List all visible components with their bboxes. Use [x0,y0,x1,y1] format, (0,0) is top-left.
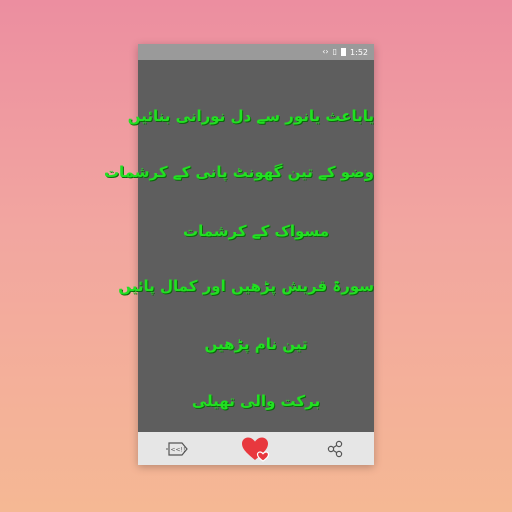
topic-list: یاباعث یانور سے دل نورانی بنائیں وضو کے … [104,60,374,432]
favorite-heart-icon [241,437,270,462]
list-item[interactable]: یاباعث یانور سے دل نورانی بنائیں [128,102,374,130]
vibrate-icon: ▯ [332,47,338,56]
share-button[interactable] [315,434,355,464]
more-apps-icon: <<!! [166,441,189,456]
more-apps-button[interactable]: <<!! [157,434,197,464]
share-icon [327,440,342,457]
status-bar: ‹› ▯ 1:52 [138,44,374,60]
list-item[interactable]: تین نام پڑھیں [138,330,374,358]
favorite-button[interactable] [236,434,276,464]
list-item[interactable]: سورۃ قریش پڑھیں اور کمال پائیں [118,272,374,300]
list-item[interactable]: مسواک کے کرشمات [138,217,374,245]
list-item[interactable]: برکت والی تھیلی [138,387,374,415]
app-window: ‹› ▯ 1:52 یاباعث یانور سے دل نورانی بنائ… [104,44,374,465]
list-item[interactable]: وضو کے تین گھونٹ پانی کے کرشمات [104,158,374,186]
bottom-navigation-bar: <<!! [138,432,374,465]
signal-arrows-icon: ‹› [322,47,329,56]
more-apps-label: <<!! [171,446,186,453]
status-time: 1:52 [350,47,368,57]
battery-icon [341,48,347,56]
